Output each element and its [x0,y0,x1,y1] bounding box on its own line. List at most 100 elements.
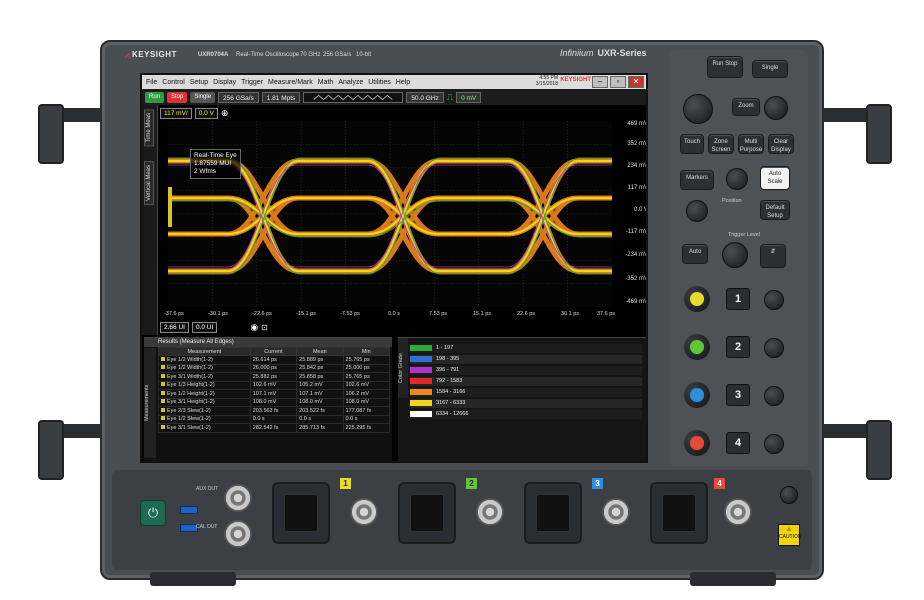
trigger-edge-icon[interactable]: ⎍ [447,92,453,103]
expand-icon[interactable]: ⊡ [261,323,268,332]
cell: Eye 3/1 Height(1-2) [158,397,251,407]
channel-2-scale-knob[interactable] [684,334,710,360]
x-tick: -15.1 ps [296,311,316,317]
tab-time-meas[interactable]: Time Meas [144,109,154,147]
restore-icon[interactable]: ▫ [610,76,626,88]
channel-1-offset-knob[interactable] [764,290,784,310]
horizontal-scale-input[interactable]: 2.66 UI [160,321,189,333]
channel-1-connector[interactable] [350,498,378,526]
memory-depth-readout[interactable]: 1.81 Mpts [261,91,301,103]
cell: Eye 3/1 Slew(1-2) [158,423,251,433]
cell: 25.858 ps [296,372,344,382]
column-header[interactable]: Min [342,347,391,356]
channel-4-scale-knob[interactable] [684,430,710,456]
run-button[interactable]: Run [145,91,165,103]
stop-button[interactable]: Stop [167,91,188,103]
horizontal-position-knob[interactable] [764,96,788,120]
add-icon[interactable]: ⊕ [221,108,229,119]
channel-3-button[interactable]: 3 [726,384,750,406]
table-row[interactable]: Eye 1/2 Slew(1-2) 0.0 s 0.0 s 0.0 s [158,414,391,424]
touch-button[interactable]: Touch [680,134,704,154]
channel-1-button[interactable]: 1 [726,288,750,310]
ground-terminal[interactable] [780,486,798,504]
tab-vertical-meas[interactable]: Vertical Meas [144,161,154,206]
menu-utilities[interactable]: Utilities [368,79,391,86]
menu-control[interactable]: Control [162,79,185,86]
menu-display[interactable]: Display [213,79,236,86]
zone-screen-button[interactable]: Zone Screen [708,134,734,154]
column-header[interactable]: Current [249,347,298,356]
single-hw-button[interactable]: Single [752,60,788,78]
x-tick: -30.1 ps [208,311,228,317]
vertical-offset-input[interactable]: 0.0 V [194,107,218,119]
channel-3-scale-knob[interactable] [684,382,710,408]
table-row[interactable]: Eye 3/1 Height(1-2) 108.0 mV 108.0 mV 108.0… [158,397,391,407]
left-handle-top[interactable] [38,104,64,164]
menu-file[interactable]: File [146,79,157,86]
column-header[interactable]: Measurement [158,347,251,356]
markers-knob[interactable] [726,168,748,190]
menu-help[interactable]: Help [396,79,410,86]
channel-3-offset-knob[interactable] [764,386,784,406]
channel-3-connector[interactable] [602,498,630,526]
trigger-arrows-button[interactable]: ⇵ [760,244,786,268]
table-row[interactable]: Eye 2/3 Slew(1-2) 203.563 fs 203.522 fs 177… [158,406,391,416]
default-setup-button[interactable]: Default Setup [760,200,790,220]
tab-color-grade[interactable]: Color Grade [398,338,408,398]
channel-4-connector[interactable] [724,498,752,526]
window-controls: – ▫ ✕ [592,76,644,88]
right-handle-bottom[interactable] [866,420,892,480]
menu-trigger[interactable]: Trigger [241,79,263,86]
table-row[interactable]: Eye 3/1 Slew(1-2) 282.542 fs 285.713 fs 225… [158,423,391,433]
table-row[interactable]: Eye 1/2 Width(1-2) 26.614 ps 25.889 ps 25.7… [158,355,391,365]
channel-2-connector[interactable] [476,498,504,526]
sample-rate-readout[interactable]: 256 GSa/s [218,91,259,103]
horizontal-position-input[interactable]: 0.0 UI [191,321,218,333]
channel-1-scale-knob[interactable] [684,286,710,312]
channel-2-button[interactable]: 2 [726,336,750,358]
channel-4-probe-input[interactable] [650,482,708,544]
usb-port[interactable] [180,506,198,514]
table-row[interactable]: Eye 1/3 Height(1-2) 102.6 mV 105.2 mV 102.6… [158,380,391,390]
table-row[interactable]: Eye 3/1 Width(1-2) 25.882 ps 25.858 ps 25.7… [158,372,391,382]
markers-button[interactable]: Markers [680,170,714,190]
left-handle-bottom[interactable] [38,420,64,480]
menu-measure-mark[interactable]: Measure/Mark [268,79,313,86]
channel-4-button[interactable]: 4 [726,432,750,454]
vertical-scale-input[interactable]: 117 mV/ [160,107,192,119]
minimize-icon[interactable]: – [592,76,608,88]
single-button[interactable]: Single [190,91,216,103]
toolbar: Run Stop Single 256 GSa/s 1.81 Mpts 50.0… [142,89,646,105]
right-handle-top[interactable] [866,104,892,164]
channel-2-probe-input[interactable] [398,482,456,544]
column-header[interactable]: Mean [296,347,344,356]
position-knob[interactable] [686,200,708,222]
menu-analyze[interactable]: Analyze [338,79,363,86]
bandwidth-readout[interactable]: 50.0 GHz [406,91,444,103]
horizontal-knob-icon[interactable]: ◉ [250,322,258,333]
menu-math[interactable]: Math [318,79,334,86]
multi-purpose-button[interactable]: Multi Purpose [738,134,764,154]
table-row[interactable]: Eye 1/2 Height(1-2) 107.1 mV 107.1 mV 106.2… [158,389,391,399]
table-row[interactable]: Eye 1/2 Width(1-2) 26.000 ps 25.842 ps 25.0… [158,363,391,373]
cal-out-connector[interactable] [224,520,252,548]
auto-trigger-button[interactable]: Auto [682,244,708,264]
trigger-level-knob[interactable] [722,242,748,268]
run-stop-button[interactable]: Run Stop [707,56,743,78]
acquisition-overview-icon[interactable] [303,91,404,103]
tab-measurements[interactable]: Measurements [144,348,156,458]
trigger-level-readout[interactable]: 0 mV [456,91,482,103]
auto-scale-button[interactable]: Auto Scale [760,166,790,190]
legend-swatch [410,410,432,417]
clear-display-button[interactable]: Clear Display [768,134,794,154]
channel-3-probe-input[interactable] [524,482,582,544]
channel-4-offset-knob[interactable] [764,434,784,454]
zoom-button[interactable]: Zoom [732,98,760,116]
channel-1-probe-input[interactable] [272,482,330,544]
power-button[interactable]: ⏻ [140,500,166,526]
aux-out-connector[interactable] [224,484,252,512]
horizontal-scale-knob[interactable] [683,94,713,124]
channel-2-offset-knob[interactable] [764,338,784,358]
close-icon[interactable]: ✕ [628,76,644,88]
menu-setup[interactable]: Setup [190,79,208,86]
